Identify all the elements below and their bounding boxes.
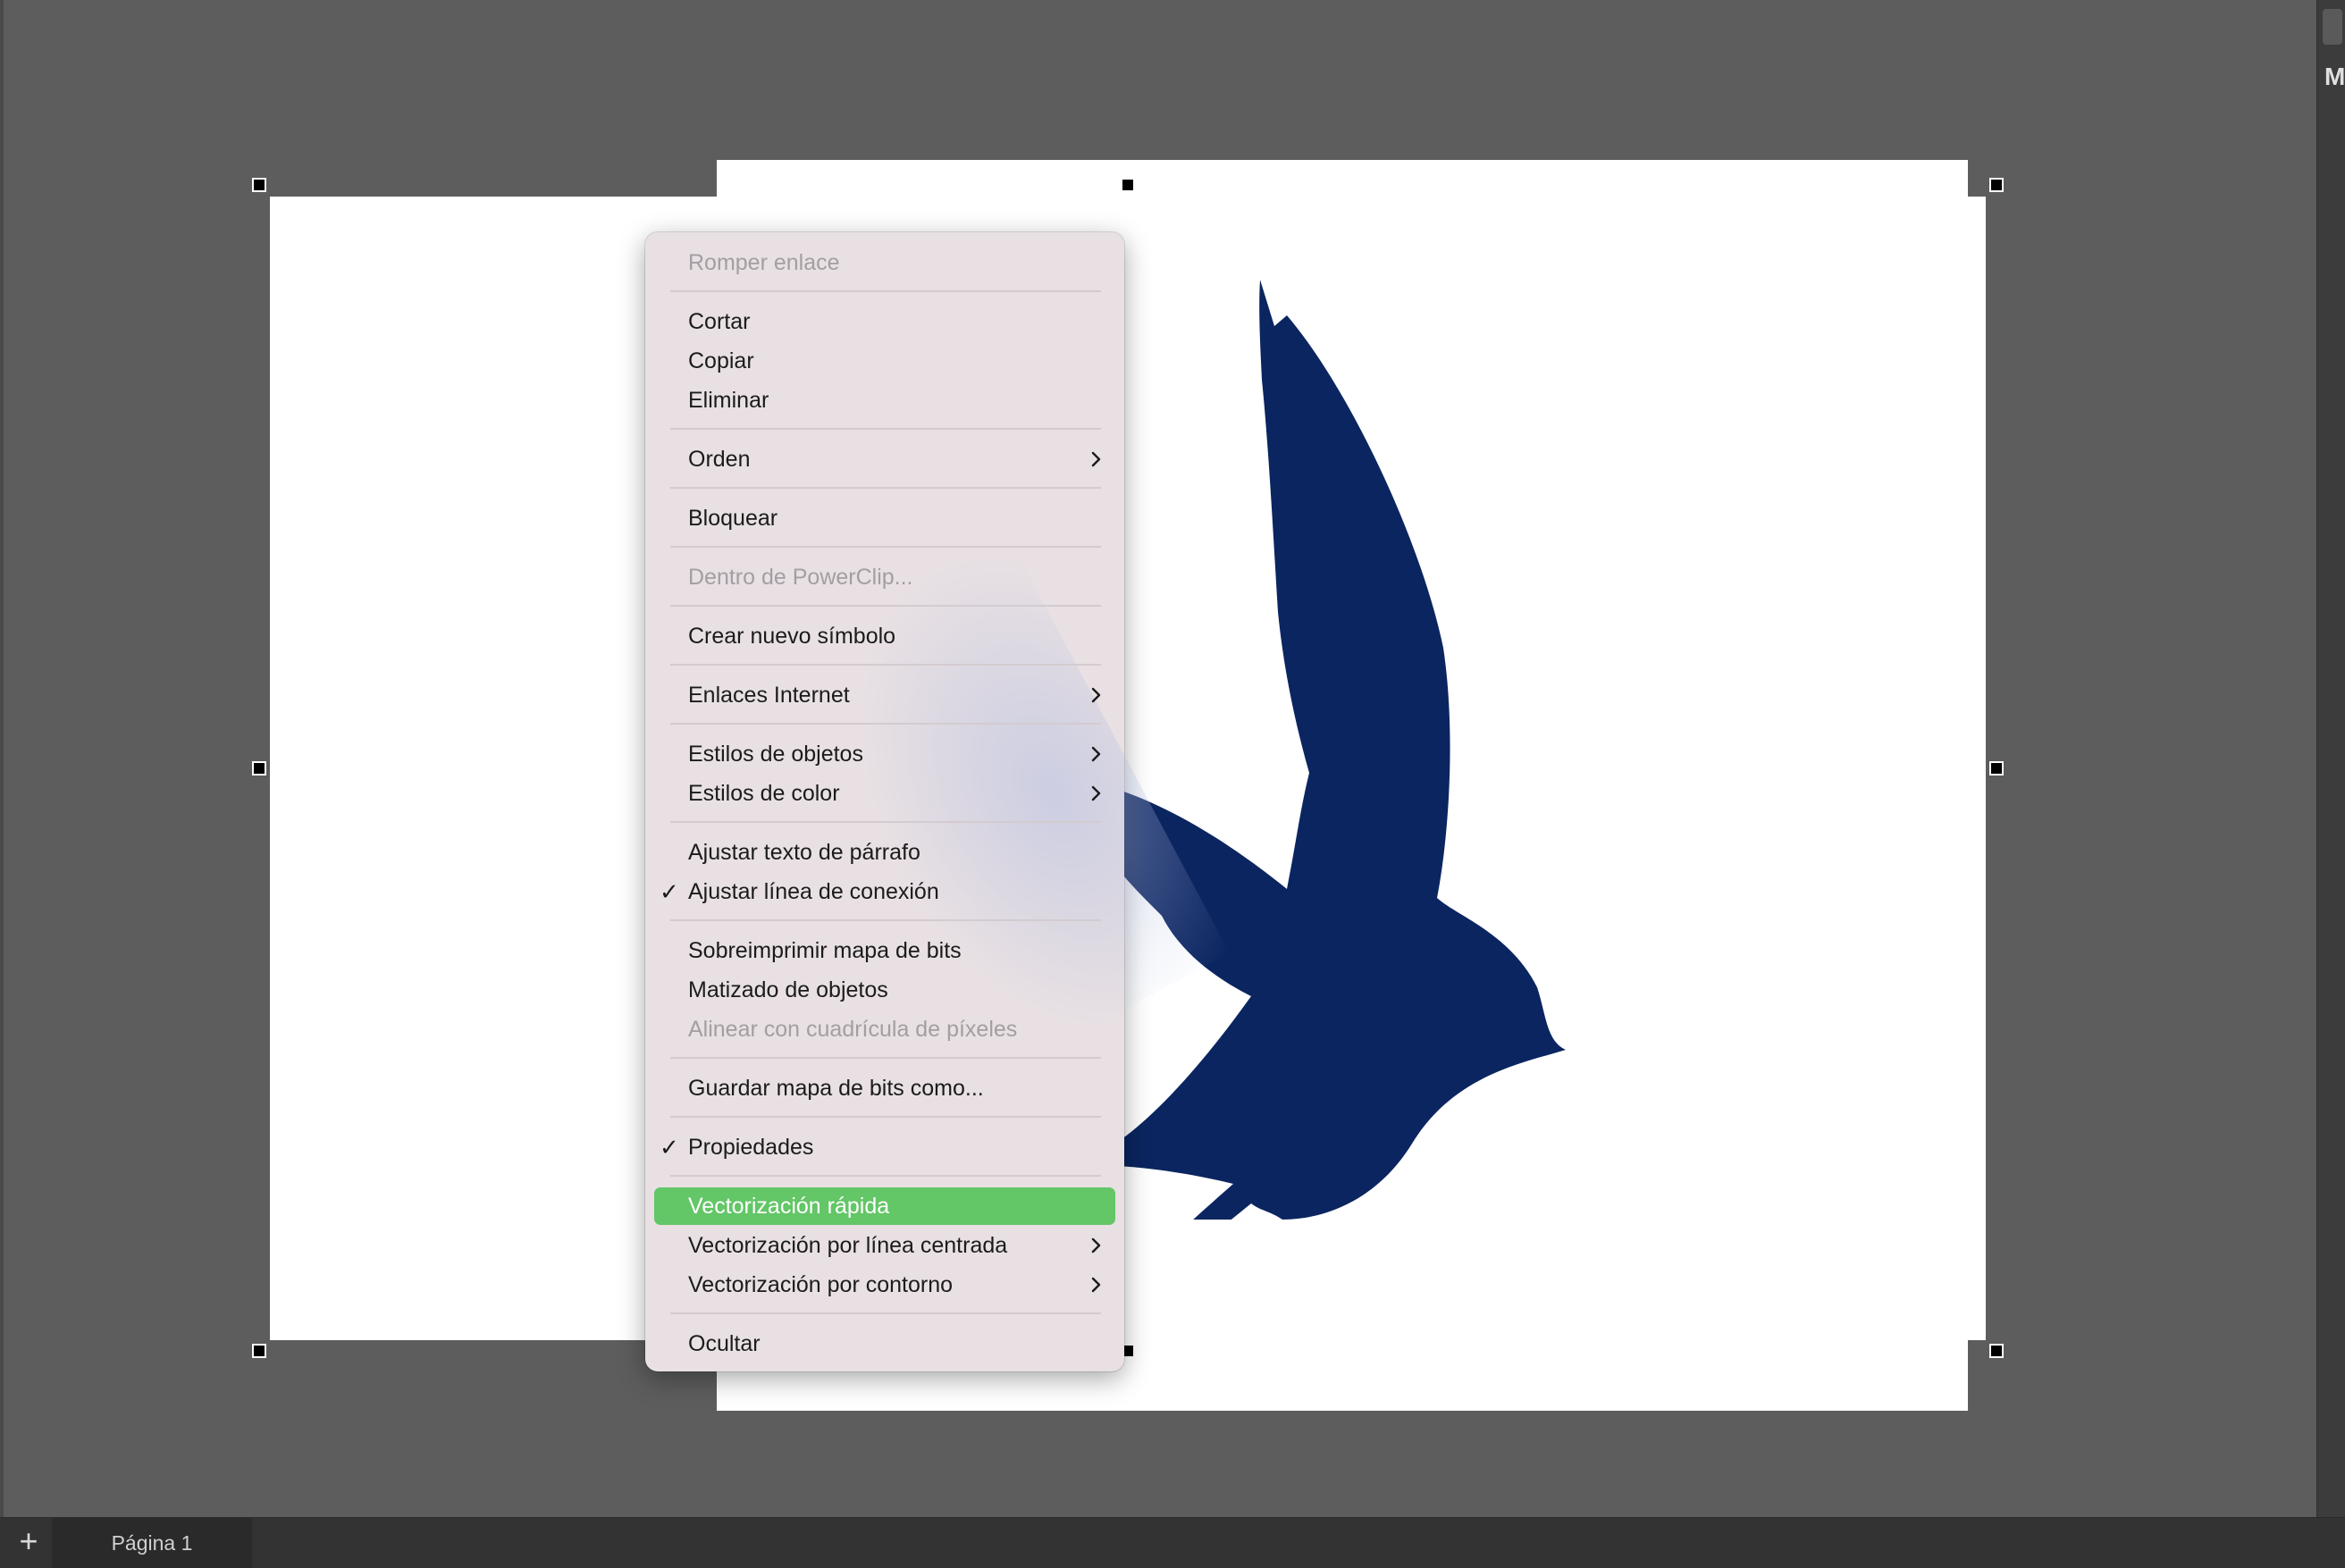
menu-separator [670, 1175, 1101, 1177]
menu-item-label: Eliminar [688, 388, 769, 413]
menu-item-label: Vectorización por contorno [688, 1272, 954, 1297]
menu-separator [670, 821, 1101, 823]
left-edge [0, 0, 4, 1517]
menu-separator [670, 1116, 1101, 1118]
menu-item-enlaces-internet[interactable]: Enlaces Internet [654, 676, 1115, 714]
menu-item-label: Ajustar línea de conexión [688, 879, 939, 904]
menu-item-cortar[interactable]: Cortar [654, 303, 1115, 340]
chevron-right-icon [1091, 1277, 1101, 1293]
menu-item-guardar-mapa-de-bits[interactable]: Guardar mapa de bits como... [654, 1069, 1115, 1107]
checkmark-icon: ✓ [660, 878, 679, 905]
selection-handle-top-left[interactable] [252, 178, 266, 192]
page-tab-bar: + Página 1 [0, 1517, 2345, 1568]
menu-item-romper-enlace: Romper enlace [654, 244, 1115, 281]
menu-item-label: Propiedades [688, 1135, 814, 1160]
menu-separator [670, 546, 1101, 548]
menu-item-ajustar-texto-de-parrafo[interactable]: Ajustar texto de párrafo [654, 834, 1115, 871]
menu-item-label: Romper enlace [688, 250, 840, 275]
menu-separator [670, 1057, 1101, 1059]
menu-item-label: Sobreimprimir mapa de bits [688, 938, 962, 963]
menu-item-sobreimprimir-mapa-de-bits[interactable]: Sobreimprimir mapa de bits [654, 932, 1115, 969]
menu-item-label: Estilos de objetos [688, 742, 863, 767]
menu-item-label: Ocultar [688, 1331, 761, 1356]
menu-item-alinear-con-cuadricula: Alinear con cuadrícula de píxeles [654, 1010, 1115, 1048]
bird-silhouette-icon[interactable] [1108, 273, 1573, 1220]
chevron-right-icon [1091, 1237, 1101, 1254]
selection-handle-top-middle[interactable] [1121, 178, 1135, 192]
menu-item-ajustar-linea-de-conexion[interactable]: ✓ Ajustar línea de conexión [654, 873, 1115, 910]
menu-item-vectorizacion-rapida[interactable]: Vectorización rápida [654, 1187, 1115, 1225]
right-docker-panel: M [2316, 0, 2345, 1517]
menu-separator [670, 487, 1101, 489]
add-page-button[interactable]: + [7, 1518, 50, 1568]
menu-item-label: Cortar [688, 309, 751, 334]
menu-item-label: Matizado de objetos [688, 977, 888, 1002]
selection-handle-bottom-left[interactable] [252, 1344, 266, 1358]
menu-item-dentro-de-powerclip: Dentro de PowerClip... [654, 558, 1115, 596]
menu-item-crear-nuevo-simbolo[interactable]: Crear nuevo símbolo [654, 617, 1115, 655]
selection-handle-middle-right[interactable] [1989, 761, 2004, 776]
docker-tool-button[interactable] [2323, 9, 2342, 45]
menu-item-label: Dentro de PowerClip... [688, 565, 913, 590]
chevron-right-icon [1091, 687, 1101, 703]
bird-shape [1108, 280, 1566, 1220]
menu-item-label: Estilos de color [688, 781, 840, 806]
menu-item-label: Vectorización por línea centrada [688, 1233, 1008, 1258]
chevron-right-icon [1091, 451, 1101, 467]
menu-item-bloquear[interactable]: Bloquear [654, 499, 1115, 537]
menu-separator [670, 1312, 1101, 1314]
menu-item-label: Copiar [688, 348, 754, 373]
menu-item-orden[interactable]: Orden [654, 440, 1115, 478]
menu-item-label: Orden [688, 447, 751, 472]
menu-separator [670, 428, 1101, 430]
menu-item-label: Ajustar texto de párrafo [688, 840, 920, 865]
menu-item-estilos-de-color[interactable]: Estilos de color [654, 775, 1115, 812]
menu-separator [670, 605, 1101, 607]
menu-item-copiar[interactable]: Copiar [654, 342, 1115, 380]
menu-item-vectorizacion-linea-centrada[interactable]: Vectorización por línea centrada [654, 1227, 1115, 1264]
context-menu: Romper enlace Cortar Copiar Eliminar Ord… [645, 232, 1230, 1371]
selection-handle-top-right[interactable] [1989, 178, 2004, 192]
selection-handle-middle-left[interactable] [252, 761, 266, 776]
menu-item-vectorizacion-por-contorno[interactable]: Vectorización por contorno [654, 1266, 1115, 1304]
menu-item-matizado-de-objetos[interactable]: Matizado de objetos [654, 971, 1115, 1009]
menu-item-label: Guardar mapa de bits como... [688, 1076, 984, 1101]
menu-item-label: Alinear con cuadrícula de píxeles [688, 1017, 1018, 1042]
menu-item-eliminar[interactable]: Eliminar [654, 382, 1115, 419]
menu-item-estilos-de-objetos[interactable]: Estilos de objetos [654, 735, 1115, 773]
menu-item-propiedades[interactable]: ✓ Propiedades [654, 1128, 1115, 1166]
checkmark-icon: ✓ [660, 1134, 679, 1161]
menu-separator [670, 919, 1101, 921]
menu-separator [670, 664, 1101, 666]
menu-item-ocultar[interactable]: Ocultar [654, 1325, 1115, 1363]
selection-handle-bottom-right[interactable] [1989, 1344, 2004, 1358]
chevron-right-icon [1091, 785, 1101, 801]
menu-item-label: Enlaces Internet [688, 683, 850, 708]
menu-item-label: Crear nuevo símbolo [688, 624, 896, 649]
chevron-right-icon [1091, 746, 1101, 762]
menu-separator [670, 290, 1101, 292]
menu-separator [670, 723, 1101, 725]
menu-item-label: Bloquear [688, 506, 778, 531]
menu-item-label: Vectorización rápida [688, 1194, 890, 1219]
docker-letter: M [2324, 63, 2345, 90]
page-tab-1[interactable]: Página 1 [52, 1518, 252, 1568]
